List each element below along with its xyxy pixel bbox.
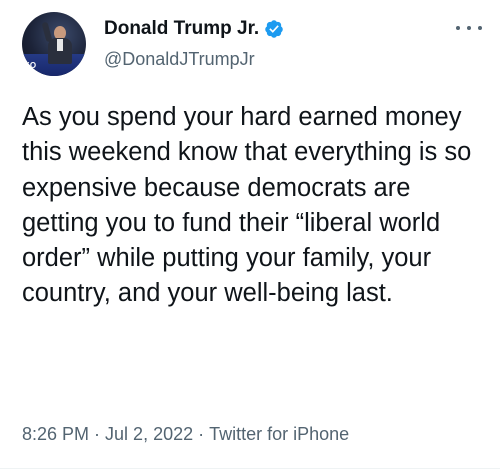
more-options-icon[interactable] xyxy=(456,18,482,38)
divider xyxy=(0,468,500,469)
author-handle[interactable]: @DonaldJTrumpJr xyxy=(104,46,284,72)
tweet-meta: 8:26 PM · Jul 2, 2022 · Twitter for iPhone xyxy=(22,420,349,448)
display-name-row: Donald Trump Jr. xyxy=(104,16,284,42)
avatar-stage-text: YO xyxy=(24,61,37,70)
tweet-source[interactable]: Twitter for iPhone xyxy=(209,424,349,444)
tweet-text: As you spend your hard earned money this… xyxy=(22,103,472,308)
verified-badge-icon[interactable] xyxy=(264,19,284,39)
meta-separator: · xyxy=(94,424,101,444)
author-names: Donald Trump Jr. @DonaldJTrumpJr xyxy=(104,16,284,72)
tweet-time[interactable]: 8:26 PM xyxy=(22,424,89,444)
display-name[interactable]: Donald Trump Jr. xyxy=(104,16,259,42)
tweet-card: YO Donald Trump Jr. @DonaldJTrumpJr As y… xyxy=(0,0,500,475)
avatar[interactable]: YO xyxy=(22,12,86,76)
tweet-header: YO Donald Trump Jr. @DonaldJTrumpJr xyxy=(22,12,482,76)
meta-separator: · xyxy=(198,424,205,444)
tweet-date[interactable]: Jul 2, 2022 xyxy=(105,424,193,444)
